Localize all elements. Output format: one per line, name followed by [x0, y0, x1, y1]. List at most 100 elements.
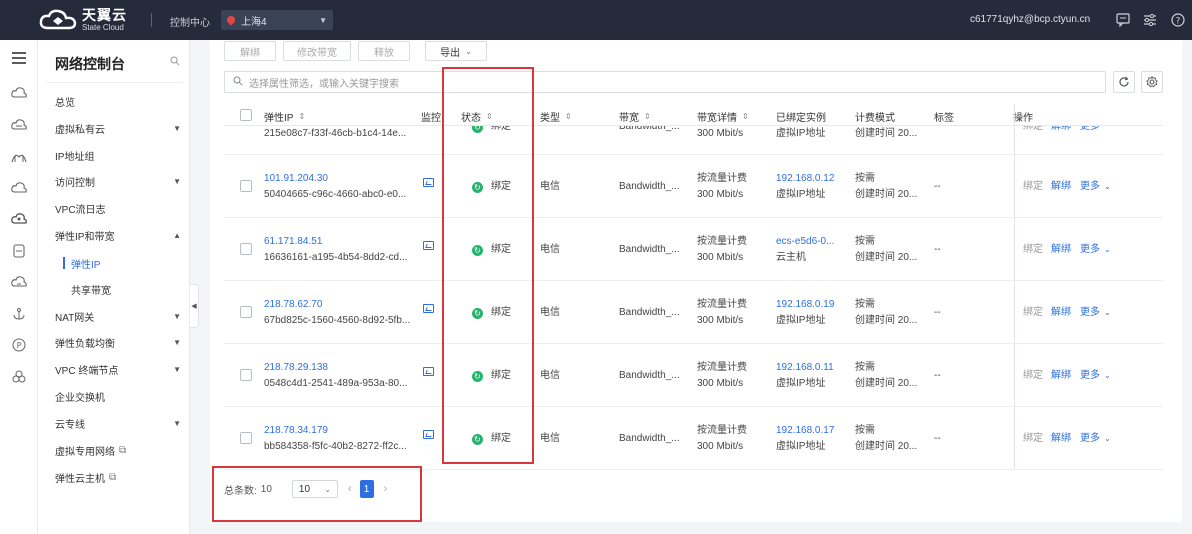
- more-link[interactable]: 更多 ⌄: [1080, 242, 1111, 258]
- sidebar-item-vpc-flow-log[interactable]: VPC流日志: [55, 200, 181, 216]
- column-bandwidth[interactable]: 带宽 ⇕: [619, 109, 651, 124]
- unbind-link[interactable]: 解绑: [1051, 305, 1071, 321]
- sort-icon[interactable]: ⇕: [298, 112, 305, 121]
- sidebar-item-shared-bandwidth[interactable]: 共享带宽: [71, 281, 181, 297]
- settings-sliders-icon[interactable]: [1141, 11, 1159, 29]
- more-link[interactable]: 更多 ⌄: [1080, 305, 1111, 321]
- monitor-chart-icon[interactable]: [423, 304, 434, 313]
- sidebar-item-eip[interactable]: 弹性IP: [71, 255, 181, 271]
- sidebar-item-access-control[interactable]: 访问控制 ▼: [55, 173, 181, 189]
- bound-instance[interactable]: 192.168.0.12: [776, 171, 834, 187]
- column-bw-detail[interactable]: 带宽详情 ⇕: [697, 109, 749, 124]
- sidebar-item-vpc-endpoint[interactable]: VPC 终端节点 ▼: [55, 361, 181, 377]
- eip-address[interactable]: 218.78.62.70: [264, 297, 322, 313]
- sidebar-item-vpc[interactable]: 虚拟私有云 ▼: [55, 120, 181, 136]
- region-selector[interactable]: 上海4 ▼: [221, 10, 333, 30]
- monitor-chart-icon[interactable]: [423, 178, 434, 187]
- console-link[interactable]: 控制中心: [170, 14, 210, 29]
- sidebar-item-direct-connect[interactable]: 云专线 ▼: [55, 415, 181, 431]
- bandwidth-name[interactable]: Bandwidth_...: [619, 368, 680, 384]
- release-button[interactable]: 释放: [358, 41, 410, 61]
- more-link[interactable]: 更多 ⌄: [1080, 368, 1111, 384]
- anchor-icon[interactable]: [9, 304, 29, 324]
- cloud-monitor-icon[interactable]: [9, 272, 29, 292]
- clover-icon[interactable]: [9, 367, 29, 387]
- bind-link[interactable]: 绑定: [1023, 368, 1043, 384]
- settings-button[interactable]: [1141, 71, 1163, 93]
- unbind-link[interactable]: 解绑: [1051, 431, 1071, 447]
- row-checkbox[interactable]: [240, 432, 252, 444]
- cloud-server-icon[interactable]: [9, 83, 29, 103]
- cloud-storage-icon[interactable]: [9, 115, 29, 135]
- sort-icon[interactable]: ⇕: [742, 112, 749, 121]
- select-all-checkbox[interactable]: [240, 109, 252, 121]
- bind-link[interactable]: 绑定: [1023, 126, 1043, 135]
- sidebar-item-ecs[interactable]: 弹性云主机 ⧉: [55, 469, 181, 485]
- unbind-link[interactable]: 解绑: [1051, 368, 1071, 384]
- eip-address[interactable]: 101.91.204.30: [264, 171, 328, 187]
- cloud-network-icon[interactable]: [9, 209, 29, 229]
- billing-mode: 按需: [855, 425, 875, 436]
- row-checkbox[interactable]: [240, 369, 252, 381]
- sidebar-item-overview[interactable]: 总览: [55, 93, 181, 109]
- bound-instance[interactable]: 192.168.0.11: [776, 360, 834, 376]
- bind-link[interactable]: 绑定: [1023, 179, 1043, 195]
- eip-id: 50404665-c96c-4660-abc0-e0...: [264, 189, 407, 200]
- sidebar-item-enterprise-switch[interactable]: 企业交换机: [55, 388, 181, 404]
- modify-bandwidth-button[interactable]: 修改带宽: [283, 41, 351, 61]
- bridge-network-icon[interactable]: [9, 147, 29, 167]
- unbind-link[interactable]: 解绑: [1051, 126, 1071, 135]
- sidebar-item-eip-bandwidth[interactable]: 弹性IP和带宽 ▲: [55, 227, 181, 243]
- sidebar-item-elb[interactable]: 弹性负载均衡 ▼: [55, 334, 181, 350]
- unbind-link[interactable]: 解绑: [1051, 179, 1071, 195]
- bind-link[interactable]: 绑定: [1023, 305, 1043, 321]
- row-checkbox[interactable]: [240, 243, 252, 255]
- sidebar-item-nat-gateway[interactable]: NAT网关 ▼: [55, 308, 181, 324]
- parking-icon[interactable]: P: [9, 335, 29, 355]
- brand-logo[interactable]: 天翼云 State Cloud: [38, 8, 127, 32]
- eip-address[interactable]: 218.78.34.179: [264, 423, 328, 439]
- menu-icon[interactable]: [9, 48, 29, 68]
- more-link[interactable]: 更多: [1080, 126, 1100, 135]
- database-icon[interactable]: [9, 241, 29, 261]
- row-checkbox[interactable]: [240, 180, 252, 192]
- bound-instance[interactable]: 192.168.0.17: [776, 423, 834, 439]
- monitor-chart-icon[interactable]: [423, 367, 434, 376]
- help-icon[interactable]: ?: [1169, 11, 1187, 29]
- bandwidth-name[interactable]: Bandwidth_...: [619, 431, 680, 447]
- bound-instance[interactable]: 192.168.0.19: [776, 297, 834, 313]
- unbind-button[interactable]: 解绑: [224, 41, 276, 61]
- bind-link[interactable]: 绑定: [1023, 431, 1043, 447]
- message-icon[interactable]: [1114, 11, 1132, 29]
- export-button[interactable]: 导出 ⌄: [425, 41, 487, 61]
- bound-instance[interactable]: ecs-e5d6-0...: [776, 234, 834, 250]
- monitor-chart-icon[interactable]: [423, 430, 434, 439]
- sidebar-collapse-toggle[interactable]: ◀: [190, 284, 199, 328]
- sidebar-item-vpn[interactable]: 虚拟专用网络 ⧉: [55, 442, 181, 458]
- eip-type: 电信: [540, 433, 560, 444]
- bandwidth-name[interactable]: Bandwidth_...: [619, 179, 680, 195]
- bandwidth-name[interactable]: Bandwidth_...: [619, 242, 680, 258]
- more-link[interactable]: 更多 ⌄: [1080, 431, 1111, 447]
- search-icon[interactable]: [170, 56, 180, 69]
- column-type[interactable]: 类型 ⇕: [540, 109, 572, 124]
- cloud-icon[interactable]: [9, 178, 29, 198]
- row-checkbox[interactable]: [240, 306, 252, 318]
- bandwidth-name[interactable]: Bandwidth_...: [619, 305, 680, 321]
- chevron-down-icon: ▼: [173, 123, 181, 133]
- sort-icon[interactable]: ⇕: [565, 112, 572, 121]
- bandwidth-name[interactable]: Bandwidth_...: [619, 126, 680, 135]
- eip-address[interactable]: 61.171.84.51: [264, 234, 322, 250]
- account-name[interactable]: c61771qyhz@bcp.ctyun.cn: [970, 14, 1090, 25]
- eip-address[interactable]: 218.78.29.138: [264, 360, 328, 376]
- column-label: 操作: [1013, 113, 1033, 124]
- unbind-link[interactable]: 解绑: [1051, 242, 1071, 258]
- more-link[interactable]: 更多 ⌄: [1080, 179, 1111, 195]
- search-input[interactable]: 选择属性筛选，或输入关键字搜索: [224, 71, 1106, 93]
- sort-icon[interactable]: ⇕: [644, 112, 651, 121]
- monitor-chart-icon[interactable]: [423, 241, 434, 250]
- sidebar-item-ip-group[interactable]: IP地址组: [55, 147, 181, 163]
- refresh-button[interactable]: [1113, 71, 1135, 93]
- bind-link[interactable]: 绑定: [1023, 242, 1043, 258]
- column-eip[interactable]: 弹性IP ⇕: [264, 109, 305, 124]
